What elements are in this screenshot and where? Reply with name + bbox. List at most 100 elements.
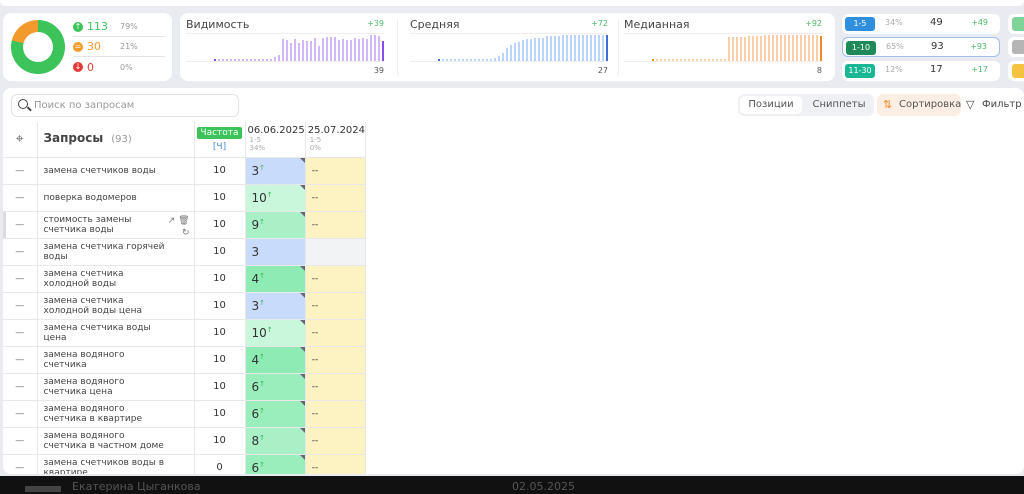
position-cell[interactable]: 6↑	[245, 373, 306, 401]
previous-position-cell[interactable]: --	[305, 454, 367, 474]
table-row[interactable]: — замена счетчика холодной воды 10 4↑ --	[3, 265, 367, 293]
bucket-row[interactable]: 1-10 65% 93 +93	[842, 37, 1000, 57]
filter-button[interactable]: ▽ Фильтр	[966, 94, 1022, 116]
refresh-icon[interactable]: ↻	[182, 228, 190, 238]
target-icon[interactable]: ⌖	[3, 122, 38, 158]
position-cell[interactable]: 4↑	[245, 346, 306, 374]
row-toggle-icon[interactable]: —	[3, 238, 38, 266]
table-row[interactable]: — замена счетчиков воды 10 3↑ --	[3, 157, 367, 185]
previous-position-cell[interactable]: --	[305, 346, 367, 374]
previous-position-cell[interactable]: --	[305, 184, 367, 212]
previous-position-cell[interactable]: --	[305, 427, 367, 455]
row-toggle-icon[interactable]: —	[3, 319, 38, 347]
chart-bar	[704, 59, 706, 61]
table-row[interactable]: — поверка водомеров 10 10↑ --	[3, 184, 367, 212]
query-text[interactable]: поверка водомеров	[44, 193, 137, 203]
bucket-row[interactable]: 1-5 34% 49 +49	[842, 14, 1000, 34]
chart-bar	[286, 39, 288, 61]
unchanged-row[interactable]: = 30 21%	[73, 37, 165, 57]
row-toggle-icon[interactable]: —	[3, 184, 38, 212]
chart-bar	[298, 43, 300, 61]
query-text[interactable]: замена счетчиков воды в квартире	[44, 458, 165, 475]
row-toggle-icon[interactable]: —	[3, 157, 38, 185]
previous-position-cell[interactable]: --	[305, 265, 367, 293]
frequency-header[interactable]: Частота [Ч]	[194, 122, 246, 158]
row-toggle-icon[interactable]: —	[3, 265, 38, 293]
row-toggle-icon[interactable]: —	[3, 211, 38, 239]
sort-button[interactable]: ⇅ Сортировка	[877, 94, 961, 116]
table-row[interactable]: — замена водяного счетчика 10 4↑ --	[3, 346, 367, 374]
view-toggle: Позиции Сниппеты	[738, 94, 874, 116]
query-text[interactable]: замена водяного счетчика в частном доме	[44, 431, 164, 451]
previous-position-cell[interactable]: --	[305, 400, 367, 428]
previous-position-cell[interactable]	[305, 238, 367, 266]
previous-position-cell[interactable]: --	[305, 319, 367, 347]
table-row[interactable]: — замена счетчика холодной воды цена 10 …	[3, 292, 367, 320]
visibility-chart[interactable]: Видимость +39 39	[180, 13, 390, 81]
chart-bar	[358, 39, 360, 61]
table-row[interactable]: — замена водяного счетчика в частном дом…	[3, 427, 367, 455]
row-toggle-icon[interactable]: —	[3, 400, 38, 428]
query-text[interactable]: замена водяного счетчика в квартире	[44, 404, 143, 424]
position-cell[interactable]: 6↑	[245, 454, 306, 474]
chart-bar	[530, 38, 532, 61]
position-cell[interactable]: 3	[245, 238, 306, 266]
position-cell[interactable]: 6↑	[245, 400, 306, 428]
date-header-2[interactable]: 25.07.2024 1-5 0%	[305, 122, 367, 158]
external-link-icon[interactable]: ↗	[168, 216, 176, 226]
row-toggle-icon[interactable]: —	[3, 427, 38, 455]
bucket-row-partial[interactable]	[1008, 61, 1024, 81]
table-row[interactable]: — замена водяного счетчика цена 10 6↑ --	[3, 373, 367, 401]
query-text[interactable]: замена счетчика холодной воды цена	[44, 296, 142, 316]
chart-bar	[218, 59, 220, 61]
position-cell[interactable]: 10↑	[245, 319, 306, 347]
tab-snippets[interactable]: Сниппеты	[806, 96, 872, 114]
previous-position-cell[interactable]: --	[305, 157, 367, 185]
query-text[interactable]: замена счетчика холодной воды	[44, 269, 124, 289]
table-row[interactable]: — замена счетчиков воды в квартире 0 6↑ …	[3, 454, 367, 475]
position-cell[interactable]: 4↑	[245, 265, 306, 293]
position-cell[interactable]: 3↑	[245, 157, 306, 185]
queries-header[interactable]: Запросы (93)	[37, 122, 195, 158]
chart-bar	[258, 59, 260, 61]
trash-icon[interactable]: 🗑	[178, 216, 189, 226]
position-cell[interactable]: 8↑	[245, 427, 306, 455]
query-text[interactable]: замена водяного счетчика цена	[44, 377, 125, 397]
position-cell[interactable]: 9↑	[245, 211, 306, 239]
query-text[interactable]: стоимость замены счетчика воды	[44, 215, 132, 235]
search-input[interactable]: Поиск по запросам	[11, 94, 239, 117]
improved-row[interactable]: ↑ 113 79%	[73, 17, 165, 37]
query-text[interactable]: замена счетчиков воды	[44, 166, 156, 176]
query-text[interactable]: замена счетчика воды цена	[44, 323, 151, 343]
row-toggle-icon[interactable]: —	[3, 454, 38, 474]
declined-row[interactable]: ↓ 0 0%	[73, 57, 165, 77]
tab-positions[interactable]: Позиции	[740, 96, 802, 114]
position-cell[interactable]: 3↑	[245, 292, 306, 320]
frequency-value: 10	[194, 319, 246, 347]
table-row[interactable]: — замена счетчика горячей воды 10 3	[3, 238, 367, 266]
bucket-row-partial[interactable]	[1008, 14, 1024, 34]
previous-position-cell[interactable]: --	[305, 211, 367, 239]
average-position-chart[interactable]: Средняя +72 27	[404, 13, 614, 81]
arrow-up-icon: ↑	[259, 460, 266, 469]
bucket-row[interactable]: 11-30 12% 17 +17	[842, 61, 1000, 81]
query-text[interactable]: замена водяного счетчика	[44, 350, 125, 370]
date-header-1[interactable]: 06.06.2025 1-5 34%	[245, 122, 306, 158]
chart-bar	[306, 40, 308, 61]
table-row[interactable]: — стоимость замены счетчика воды ↗ 🗑 ↻ 10 …	[3, 211, 367, 239]
table-row[interactable]: — замена водяного счетчика в квартире 10…	[3, 400, 367, 428]
row-toggle-icon[interactable]: —	[3, 292, 38, 320]
frequency-type[interactable]: [Ч]	[195, 142, 245, 152]
row-toggle-icon[interactable]: —	[3, 346, 38, 374]
chart-bar	[294, 39, 296, 61]
bucket-row-partial[interactable]	[1008, 37, 1024, 57]
chart-bar	[474, 59, 476, 61]
median-position-chart[interactable]: Медианная +92 8	[618, 13, 828, 81]
table-row[interactable]: — замена счетчика воды цена 10 10↑ --	[3, 319, 367, 347]
previous-position-cell[interactable]: --	[305, 292, 367, 320]
position-cell[interactable]: 10↑	[245, 184, 306, 212]
query-text[interactable]: замена счетчика горячей воды	[44, 242, 165, 262]
chart-bar	[800, 35, 802, 61]
row-toggle-icon[interactable]: —	[3, 373, 38, 401]
previous-position-cell[interactable]: --	[305, 373, 367, 401]
